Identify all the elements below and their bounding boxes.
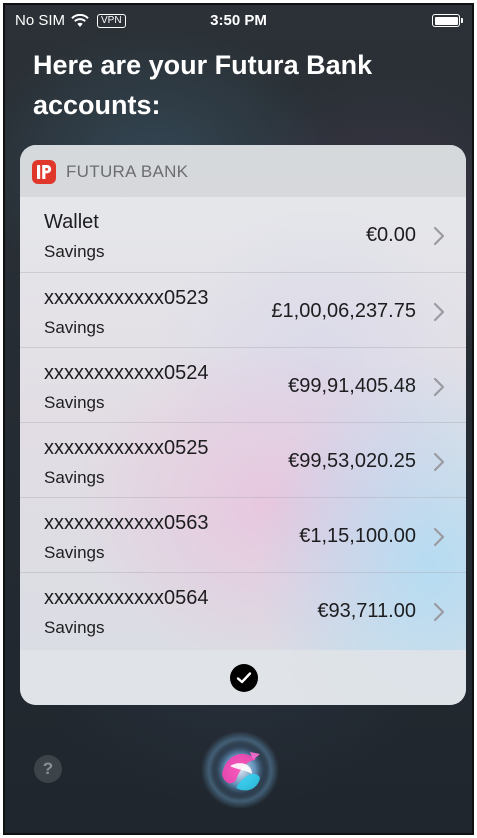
account-type: Savings — [44, 543, 105, 562]
account-row[interactable]: xxxxxxxxxxxx0524 Savings €99,91,405.48 — [20, 347, 466, 422]
siri-screen: No SIM VPN 3:50 PM Here are your Futura … — [3, 3, 474, 835]
bank-name: FUTURA BANK — [66, 162, 189, 181]
status-time: 3:50 PM — [210, 12, 267, 29]
account-row[interactable]: xxxxxxxxxxxx0564 Savings €93,711.00 — [20, 572, 466, 647]
account-balance: €1,15,100.00 — [299, 525, 416, 547]
account-type: Savings — [44, 468, 105, 487]
status-bar: No SIM VPN 3:50 PM — [5, 5, 472, 35]
card-header[interactable]: FUTURA BANK — [20, 145, 466, 197]
chevron-right-icon — [433, 377, 445, 397]
checkmark-icon — [236, 672, 252, 684]
account-balance: €0.00 — [365, 224, 416, 246]
siri-orb-icon[interactable] — [200, 730, 280, 810]
account-list: Wallet Savings €0.00 xxxxxxxxxxxx0523 Sa… — [20, 197, 466, 647]
chevron-right-icon — [433, 226, 445, 246]
account-row[interactable]: xxxxxxxxxxxx0525 Savings €99,53,020.25 — [20, 422, 466, 497]
siri-response-heading: Here are your Futura Bank accounts: — [33, 50, 373, 120]
account-name: xxxxxxxxxxxx0564 — [44, 587, 209, 609]
account-row[interactable]: xxxxxxxxxxxx0523 Savings £1,00,06,237.75 — [20, 272, 466, 347]
card-footer — [20, 650, 466, 705]
chevron-right-icon — [433, 527, 445, 547]
futura-bank-logo — [32, 160, 56, 184]
bank-accounts-card: FUTURA BANK Wallet Savings €0.00 xxxxxxx… — [20, 145, 466, 705]
chevron-right-icon — [433, 302, 445, 322]
account-type: Savings — [44, 318, 105, 337]
account-name: xxxxxxxxxxxx0525 — [44, 437, 209, 459]
account-row[interactable]: xxxxxxxxxxxx0563 Savings €1,15,100.00 — [20, 497, 466, 572]
account-name: xxxxxxxxxxxx0563 — [44, 512, 209, 534]
account-balance: €99,53,020.25 — [288, 450, 416, 472]
account-balance: £1,00,06,237.75 — [271, 300, 416, 322]
chevron-right-icon — [433, 602, 445, 622]
account-balance: €99,91,405.48 — [288, 375, 416, 397]
account-name: xxxxxxxxxxxx0524 — [44, 362, 209, 384]
account-name: Wallet — [44, 211, 99, 233]
battery-icon — [432, 14, 463, 27]
account-type: Savings — [44, 242, 105, 261]
help-button[interactable]: ? — [34, 755, 62, 783]
account-type: Savings — [44, 618, 105, 637]
done-button[interactable] — [230, 664, 258, 692]
account-balance: €93,711.00 — [317, 600, 416, 622]
account-type: Savings — [44, 393, 105, 412]
chevron-right-icon — [433, 452, 445, 472]
account-row[interactable]: Wallet Savings €0.00 — [20, 197, 466, 272]
account-name: xxxxxxxxxxxx0523 — [44, 287, 209, 309]
